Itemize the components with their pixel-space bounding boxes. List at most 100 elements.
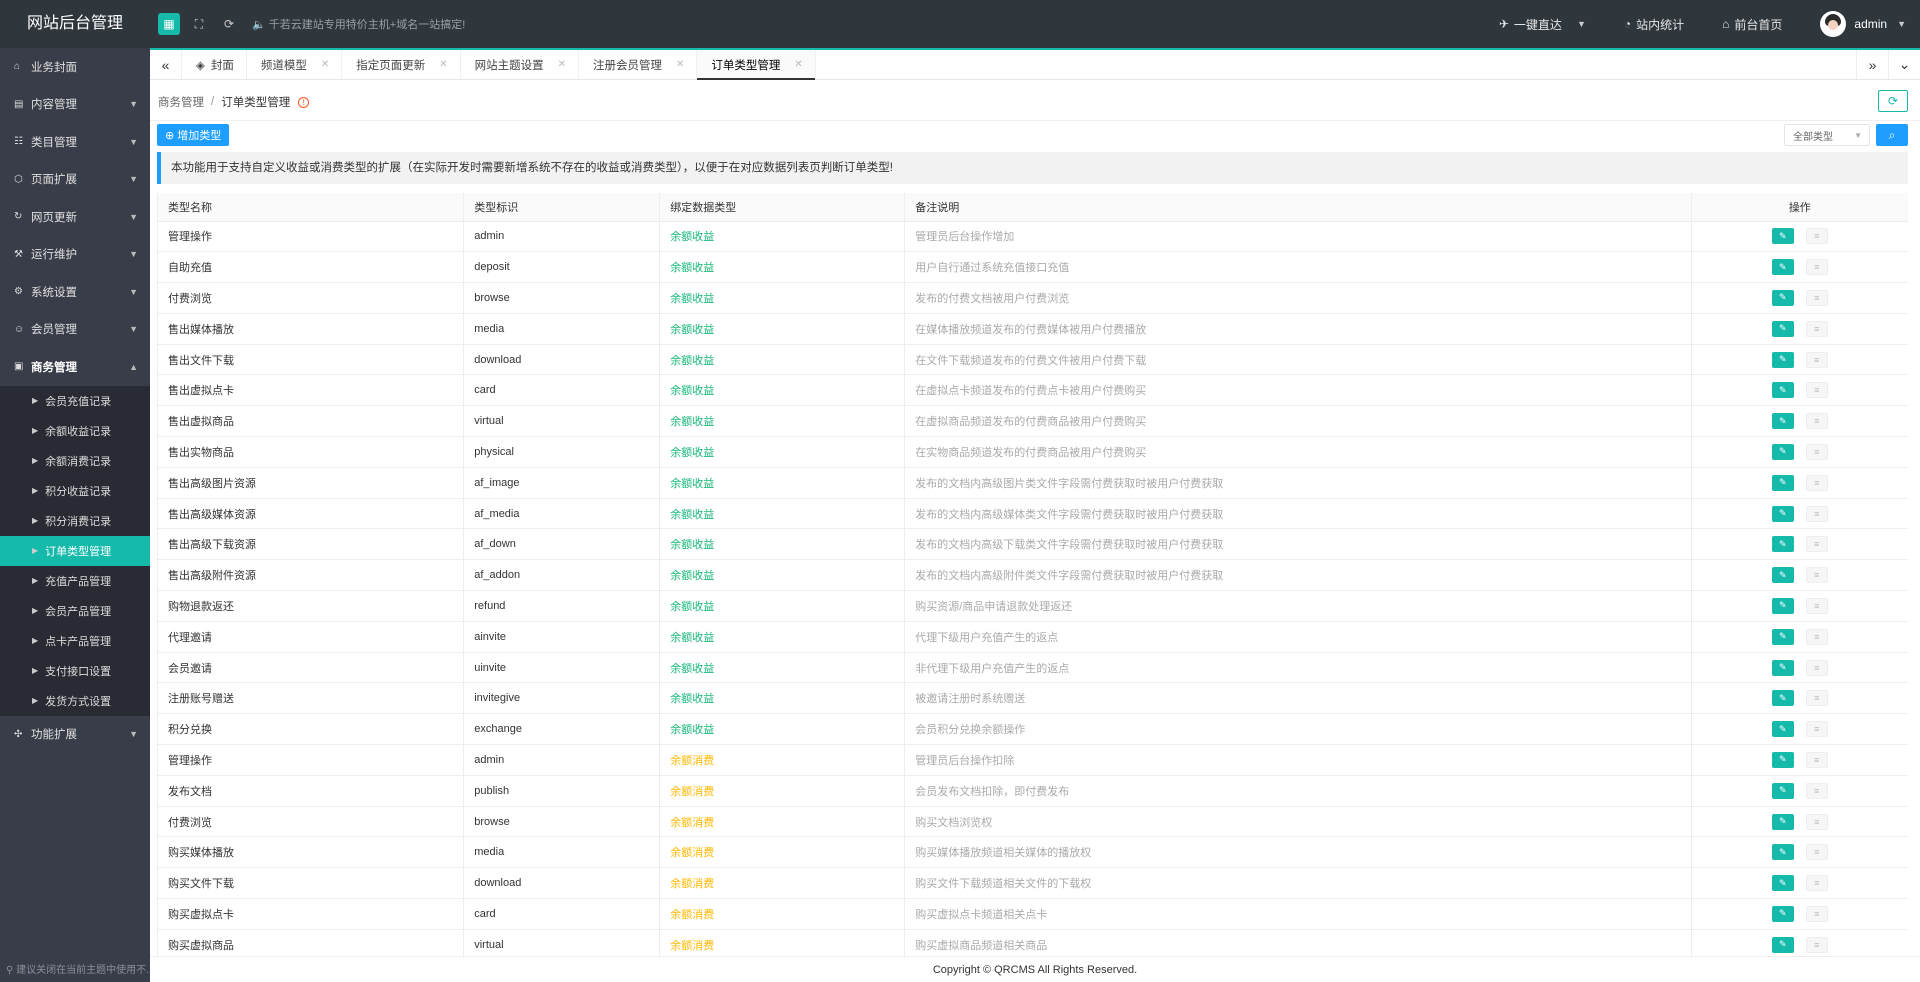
delete-button[interactable]: ≡ bbox=[1805, 289, 1828, 306]
edit-button[interactable]: ✎ bbox=[1771, 536, 1794, 553]
submenu-item-9[interactable]: ▶ 支付接口设置 bbox=[0, 656, 150, 686]
submenu-item-6[interactable]: ▶ 充值产品管理 bbox=[0, 566, 150, 596]
sidebar-item-3[interactable]: ⬡ 页面扩展 ▼ bbox=[0, 161, 150, 199]
close-icon[interactable]: ✕ bbox=[439, 59, 447, 70]
delete-button[interactable]: ≡ bbox=[1805, 351, 1828, 368]
submenu-item-10[interactable]: ▶ 发货方式设置 bbox=[0, 686, 150, 716]
site-stats-link[interactable]: ◔ 站内统计 bbox=[1624, 16, 1684, 33]
tab-1[interactable]: 频道模型 ✕ bbox=[247, 50, 343, 79]
submenu-item-5[interactable]: ▶ 订单类型管理 bbox=[0, 535, 150, 566]
submenu-item-7[interactable]: ▶ 会员产品管理 bbox=[0, 596, 150, 626]
delete-button[interactable]: ≡ bbox=[1805, 628, 1828, 645]
edit-button[interactable]: ✎ bbox=[1771, 813, 1794, 830]
edit-button[interactable]: ✎ bbox=[1771, 690, 1794, 707]
refresh-icon[interactable]: ⟳ bbox=[218, 13, 240, 35]
edit-button[interactable]: ✎ bbox=[1771, 782, 1794, 799]
delete-button[interactable]: ≡ bbox=[1805, 690, 1828, 707]
quick-access-link[interactable]: ✈ 一键直达 ▼ bbox=[1499, 16, 1586, 33]
delete-button[interactable]: ≡ bbox=[1805, 413, 1828, 430]
delete-button[interactable]: ≡ bbox=[1805, 536, 1828, 553]
notice-text[interactable]: 🔈 千若云建站专用特价主机+域名一站搞定! bbox=[252, 16, 465, 32]
close-icon[interactable]: ✕ bbox=[558, 59, 566, 70]
delete-button[interactable]: ≡ bbox=[1805, 875, 1828, 892]
sidebar-item-8[interactable]: ▣ 商务管理 ▲ bbox=[0, 348, 150, 386]
submenu-item-4[interactable]: ▶ 积分消费记录 bbox=[0, 506, 150, 536]
delete-button[interactable]: ≡ bbox=[1805, 751, 1828, 768]
submenu-item-1[interactable]: ▶ 余额收益记录 bbox=[0, 416, 150, 446]
edit-button[interactable]: ✎ bbox=[1771, 413, 1794, 430]
user-name[interactable]: admin bbox=[1854, 17, 1887, 31]
edit-button[interactable]: ✎ bbox=[1771, 936, 1794, 953]
submenu-item-2[interactable]: ▶ 余额消费记录 bbox=[0, 446, 150, 476]
edit-button[interactable]: ✎ bbox=[1771, 289, 1794, 306]
delete-button[interactable]: ≡ bbox=[1805, 474, 1828, 491]
tab-2[interactable]: 指定页面更新 ✕ bbox=[342, 50, 461, 79]
tabs-scroll-left-icon[interactable]: « bbox=[150, 50, 182, 79]
delete-button[interactable]: ≡ bbox=[1805, 320, 1828, 337]
delete-button[interactable]: ≡ bbox=[1805, 505, 1828, 522]
sidebar-item-5[interactable]: ⚒ 运行维护 ▼ bbox=[0, 236, 150, 274]
close-icon[interactable]: ✕ bbox=[321, 59, 329, 70]
sidebar-item-6[interactable]: ⚙ 系统设置 ▼ bbox=[0, 273, 150, 311]
tabs-scroll-right-icon[interactable]: » bbox=[1856, 50, 1888, 79]
delete-button[interactable]: ≡ bbox=[1805, 844, 1828, 861]
frontend-home-link[interactable]: ⌂ 前台首页 bbox=[1722, 16, 1782, 33]
edit-button[interactable]: ✎ bbox=[1771, 320, 1794, 337]
avatar[interactable] bbox=[1820, 11, 1847, 37]
delete-button[interactable]: ≡ bbox=[1805, 597, 1828, 614]
delete-button[interactable]: ≡ bbox=[1805, 659, 1828, 676]
edit-button[interactable]: ✎ bbox=[1771, 228, 1794, 245]
edit-button[interactable]: ✎ bbox=[1771, 505, 1794, 522]
type-filter-select[interactable]: 全部类型 ▼ bbox=[1784, 124, 1870, 146]
delete-button[interactable]: ≡ bbox=[1805, 782, 1828, 799]
submenu-item-0[interactable]: ▶ 会员充值记录 bbox=[0, 386, 150, 416]
edit-button[interactable]: ✎ bbox=[1771, 382, 1794, 399]
delete-button[interactable]: ≡ bbox=[1805, 905, 1828, 922]
submenu-item-8[interactable]: ▶ 点卡产品管理 bbox=[0, 626, 150, 656]
chevron-down-icon[interactable]: ▼ bbox=[1897, 19, 1906, 29]
edit-button[interactable]: ✎ bbox=[1771, 628, 1794, 645]
tab-4[interactable]: 注册会员管理 ✕ bbox=[579, 50, 698, 79]
delete-button[interactable]: ≡ bbox=[1805, 813, 1828, 830]
edit-button[interactable]: ✎ bbox=[1771, 474, 1794, 491]
delete-button[interactable]: ≡ bbox=[1805, 443, 1828, 460]
close-icon[interactable]: ✕ bbox=[794, 59, 802, 70]
edit-button[interactable]: ✎ bbox=[1771, 443, 1794, 460]
delete-button[interactable]: ≡ bbox=[1805, 228, 1828, 245]
submenu-item-3[interactable]: ▶ 积分收益记录 bbox=[0, 476, 150, 506]
sidebar-item-4[interactable]: ↻ 网页更新 ▼ bbox=[0, 198, 150, 236]
edit-button[interactable]: ✎ bbox=[1771, 659, 1794, 676]
edit-button[interactable]: ✎ bbox=[1771, 597, 1794, 614]
sidebar-item-1[interactable]: ▤ 内容管理 ▼ bbox=[0, 86, 150, 124]
breadcrumb-parent[interactable]: 商务管理 bbox=[158, 94, 204, 110]
tab-5[interactable]: 订单类型管理 ✕ bbox=[697, 50, 816, 80]
sidebar-item-2[interactable]: ☷ 类目管理 ▼ bbox=[0, 123, 150, 161]
edit-button[interactable]: ✎ bbox=[1771, 875, 1794, 892]
menu-toggle-icon[interactable]: ▦ bbox=[158, 13, 180, 35]
delete-button[interactable]: ≡ bbox=[1805, 567, 1828, 584]
info-icon[interactable]: ! bbox=[298, 96, 310, 108]
delete-button[interactable]: ≡ bbox=[1805, 936, 1828, 953]
page-refresh-button[interactable]: ⟳ bbox=[1878, 90, 1908, 112]
sidebar-item-7[interactable]: ☺ 会员管理 ▼ bbox=[0, 311, 150, 349]
tabs-menu-chevron-icon[interactable]: ⌄ bbox=[1888, 50, 1920, 79]
delete-button[interactable]: ≡ bbox=[1805, 382, 1828, 399]
brand-logo[interactable]: 网站后台管理 bbox=[0, 0, 150, 48]
edit-button[interactable]: ✎ bbox=[1771, 351, 1794, 368]
search-button[interactable]: ⌕ bbox=[1876, 124, 1908, 146]
add-type-button[interactable]: ⊕ 增加类型 bbox=[157, 124, 230, 146]
edit-button[interactable]: ✎ bbox=[1771, 905, 1794, 922]
edit-button[interactable]: ✎ bbox=[1771, 844, 1794, 861]
sidebar-item-extensions[interactable]: ✣ 功能扩展 ▼ bbox=[0, 716, 150, 754]
delete-button[interactable]: ≡ bbox=[1805, 259, 1828, 276]
tab-0[interactable]: ◈ 封面 bbox=[182, 50, 247, 79]
sidebar-item-0[interactable]: ⌂ 业务封面 bbox=[0, 48, 150, 86]
delete-button[interactable]: ≡ bbox=[1805, 721, 1828, 738]
edit-button[interactable]: ✎ bbox=[1771, 751, 1794, 768]
edit-button[interactable]: ✎ bbox=[1771, 567, 1794, 584]
fullscreen-icon[interactable]: ⛶ bbox=[188, 13, 210, 35]
edit-button[interactable]: ✎ bbox=[1771, 259, 1794, 276]
close-icon[interactable]: ✕ bbox=[676, 59, 684, 70]
tab-3[interactable]: 网站主题设置 ✕ bbox=[461, 50, 580, 79]
edit-button[interactable]: ✎ bbox=[1771, 721, 1794, 738]
